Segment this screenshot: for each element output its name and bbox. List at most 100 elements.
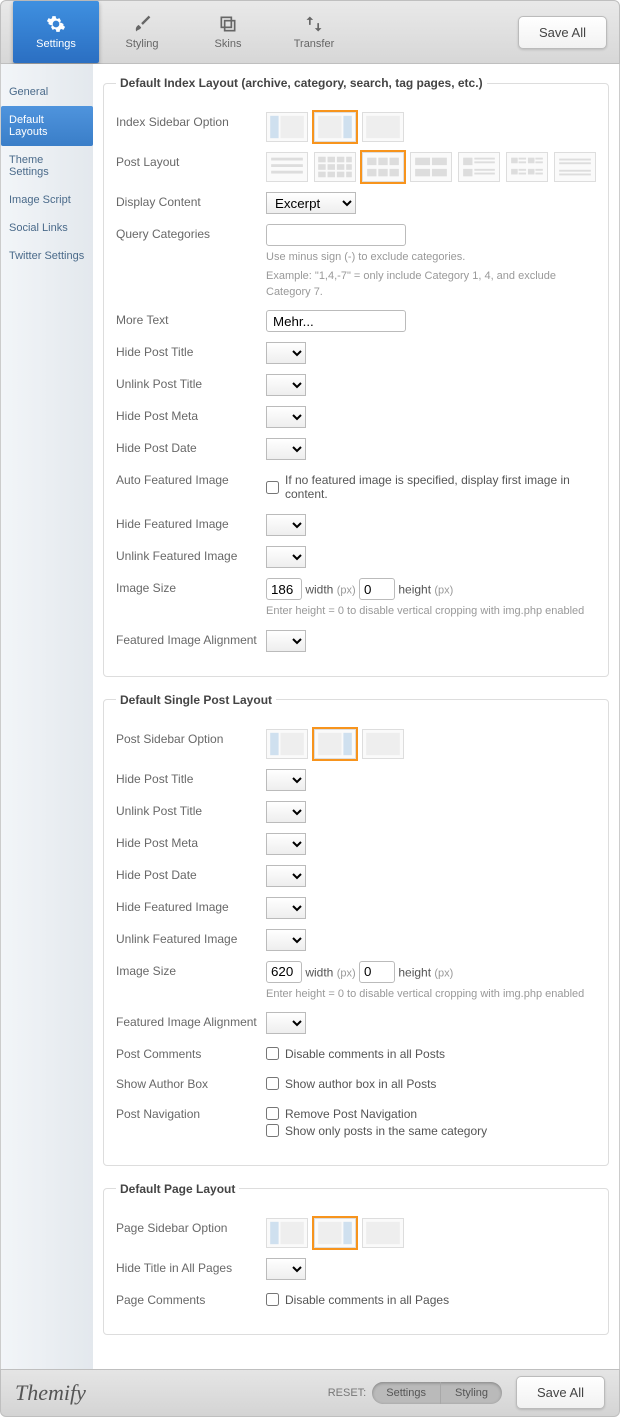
footer-bar: Themify RESET: Settings Styling Save All bbox=[0, 1369, 620, 1417]
label-image-size: Image Size bbox=[116, 578, 266, 595]
sidebar-right-option[interactable] bbox=[314, 112, 356, 142]
image-width-input[interactable] bbox=[266, 578, 302, 600]
px-label: (px) bbox=[434, 585, 453, 597]
label-unlink-featured: Unlink Featured Image bbox=[116, 929, 266, 946]
image-width-input[interactable] bbox=[266, 961, 302, 983]
label-image-size: Image Size bbox=[116, 961, 266, 978]
unlink-featured-select[interactable] bbox=[266, 929, 306, 951]
label-post-comments: Post Comments bbox=[116, 1044, 266, 1061]
section-legend: Default Single Post Layout bbox=[116, 693, 276, 707]
label-featured-align: Featured Image Alignment bbox=[116, 1012, 266, 1029]
sidebar-right-option[interactable] bbox=[314, 1218, 356, 1248]
px-label: (px) bbox=[337, 967, 356, 979]
skins-icon bbox=[218, 14, 238, 34]
sidebar-item-default-layouts[interactable]: Default Layouts bbox=[1, 106, 93, 146]
hide-featured-select[interactable] bbox=[266, 897, 306, 919]
post-layout-thumb[interactable] bbox=[458, 152, 500, 182]
remove-post-nav-checkbox[interactable] bbox=[266, 1107, 279, 1120]
label-index-sidebar: Index Sidebar Option bbox=[116, 112, 266, 129]
sidebar-none-option[interactable] bbox=[362, 112, 404, 142]
unlink-featured-select[interactable] bbox=[266, 546, 306, 568]
same-category-checkbox[interactable] bbox=[266, 1124, 279, 1137]
post-layout-2cols[interactable] bbox=[506, 152, 548, 182]
label-post-layout: Post Layout bbox=[116, 152, 266, 169]
sidebar-item-twitter-settings[interactable]: Twitter Settings bbox=[1, 242, 93, 270]
sidebar-left-option[interactable] bbox=[266, 112, 308, 142]
save-all-button-top[interactable]: Save All bbox=[518, 16, 607, 49]
more-text-input[interactable] bbox=[266, 310, 406, 332]
tab-label: Styling bbox=[125, 38, 158, 50]
tab-settings[interactable]: Settings bbox=[13, 1, 99, 63]
post-layout-grid3[interactable] bbox=[362, 152, 404, 182]
checkbox-label: Disable comments in all Pages bbox=[285, 1293, 449, 1307]
tab-transfer[interactable]: Transfer bbox=[271, 1, 357, 63]
hide-featured-select[interactable] bbox=[266, 514, 306, 536]
checkbox-label: Show author box in all Posts bbox=[285, 1077, 436, 1091]
query-categories-input[interactable] bbox=[266, 224, 406, 246]
save-all-button-bottom[interactable]: Save All bbox=[516, 1376, 605, 1409]
width-label: width bbox=[305, 583, 333, 597]
author-box-checkbox[interactable] bbox=[266, 1077, 279, 1090]
tab-label: Skins bbox=[215, 38, 242, 50]
hide-post-date-select[interactable] bbox=[266, 438, 306, 460]
sidebar-right-option[interactable] bbox=[314, 729, 356, 759]
content-panel: Default Index Layout (archive, category,… bbox=[93, 64, 619, 1369]
sidebar-none-option[interactable] bbox=[362, 729, 404, 759]
featured-align-select[interactable] bbox=[266, 630, 306, 652]
sidebar-item-theme-settings[interactable]: Theme Settings bbox=[1, 146, 93, 186]
hide-post-meta-select[interactable] bbox=[266, 406, 306, 428]
label-hide-post-meta: Hide Post Meta bbox=[116, 406, 266, 423]
page-comments-checkbox[interactable] bbox=[266, 1293, 279, 1306]
hint-text: Enter height = 0 to disable vertical cro… bbox=[266, 604, 596, 619]
label-more-text: More Text bbox=[116, 310, 266, 327]
sidebar-left-option[interactable] bbox=[266, 1218, 308, 1248]
featured-align-select[interactable] bbox=[266, 1012, 306, 1034]
checkbox-label: Remove Post Navigation bbox=[285, 1107, 417, 1121]
post-layout-list[interactable] bbox=[266, 152, 308, 182]
sidebar-item-social-links[interactable]: Social Links bbox=[1, 214, 93, 242]
hide-post-meta-select[interactable] bbox=[266, 833, 306, 855]
sidebar-item-general[interactable]: General bbox=[1, 78, 93, 106]
unlink-post-title-select[interactable] bbox=[266, 801, 306, 823]
sidebar-none-option[interactable] bbox=[362, 1218, 404, 1248]
tab-styling[interactable]: Styling bbox=[99, 1, 185, 63]
px-label: (px) bbox=[434, 967, 453, 979]
hint-text: Enter height = 0 to disable vertical cro… bbox=[266, 987, 596, 1002]
hide-title-pages-select[interactable] bbox=[266, 1258, 306, 1280]
post-layout-grid2[interactable] bbox=[410, 152, 452, 182]
display-content-select[interactable]: Excerpt bbox=[266, 192, 356, 214]
label-hide-post-meta: Hide Post Meta bbox=[116, 833, 266, 850]
checkbox-label: Show only posts in the same category bbox=[285, 1124, 487, 1138]
post-layout-grid4[interactable] bbox=[314, 152, 356, 182]
brand-logo: Themify bbox=[15, 1380, 86, 1406]
hide-post-title-select[interactable] bbox=[266, 342, 306, 364]
hint-text: Use minus sign (-) to exclude categories… bbox=[266, 250, 596, 265]
gear-icon bbox=[46, 14, 66, 34]
post-comments-checkbox[interactable] bbox=[266, 1047, 279, 1060]
post-layout-options bbox=[266, 152, 596, 182]
topbar-tabs: Settings Styling Skins Transfer bbox=[13, 1, 357, 63]
label-hide-post-date: Hide Post Date bbox=[116, 438, 266, 455]
label-page-comments: Page Comments bbox=[116, 1290, 266, 1307]
reset-label: RESET: bbox=[328, 1387, 367, 1399]
tab-label: Settings bbox=[36, 38, 76, 50]
image-height-input[interactable] bbox=[359, 578, 395, 600]
reset-styling-button[interactable]: Styling bbox=[440, 1382, 502, 1404]
px-label: (px) bbox=[337, 585, 356, 597]
unlink-post-title-select[interactable] bbox=[266, 374, 306, 396]
image-height-input[interactable] bbox=[359, 961, 395, 983]
hint-text: Example: "1,4,-7" = only include Categor… bbox=[266, 269, 596, 300]
tab-label: Transfer bbox=[294, 38, 335, 50]
hide-post-title-select[interactable] bbox=[266, 769, 306, 791]
post-layout-listlg[interactable] bbox=[554, 152, 596, 182]
tab-skins[interactable]: Skins bbox=[185, 1, 271, 63]
auto-featured-checkbox[interactable] bbox=[266, 481, 279, 494]
reset-settings-button[interactable]: Settings bbox=[372, 1382, 440, 1404]
label-page-sidebar: Page Sidebar Option bbox=[116, 1218, 266, 1235]
section-legend: Default Index Layout (archive, category,… bbox=[116, 76, 487, 90]
hide-post-date-select[interactable] bbox=[266, 865, 306, 887]
section-legend: Default Page Layout bbox=[116, 1182, 239, 1196]
width-label: width bbox=[305, 965, 333, 979]
sidebar-item-image-script[interactable]: Image Script bbox=[1, 186, 93, 214]
sidebar-left-option[interactable] bbox=[266, 729, 308, 759]
